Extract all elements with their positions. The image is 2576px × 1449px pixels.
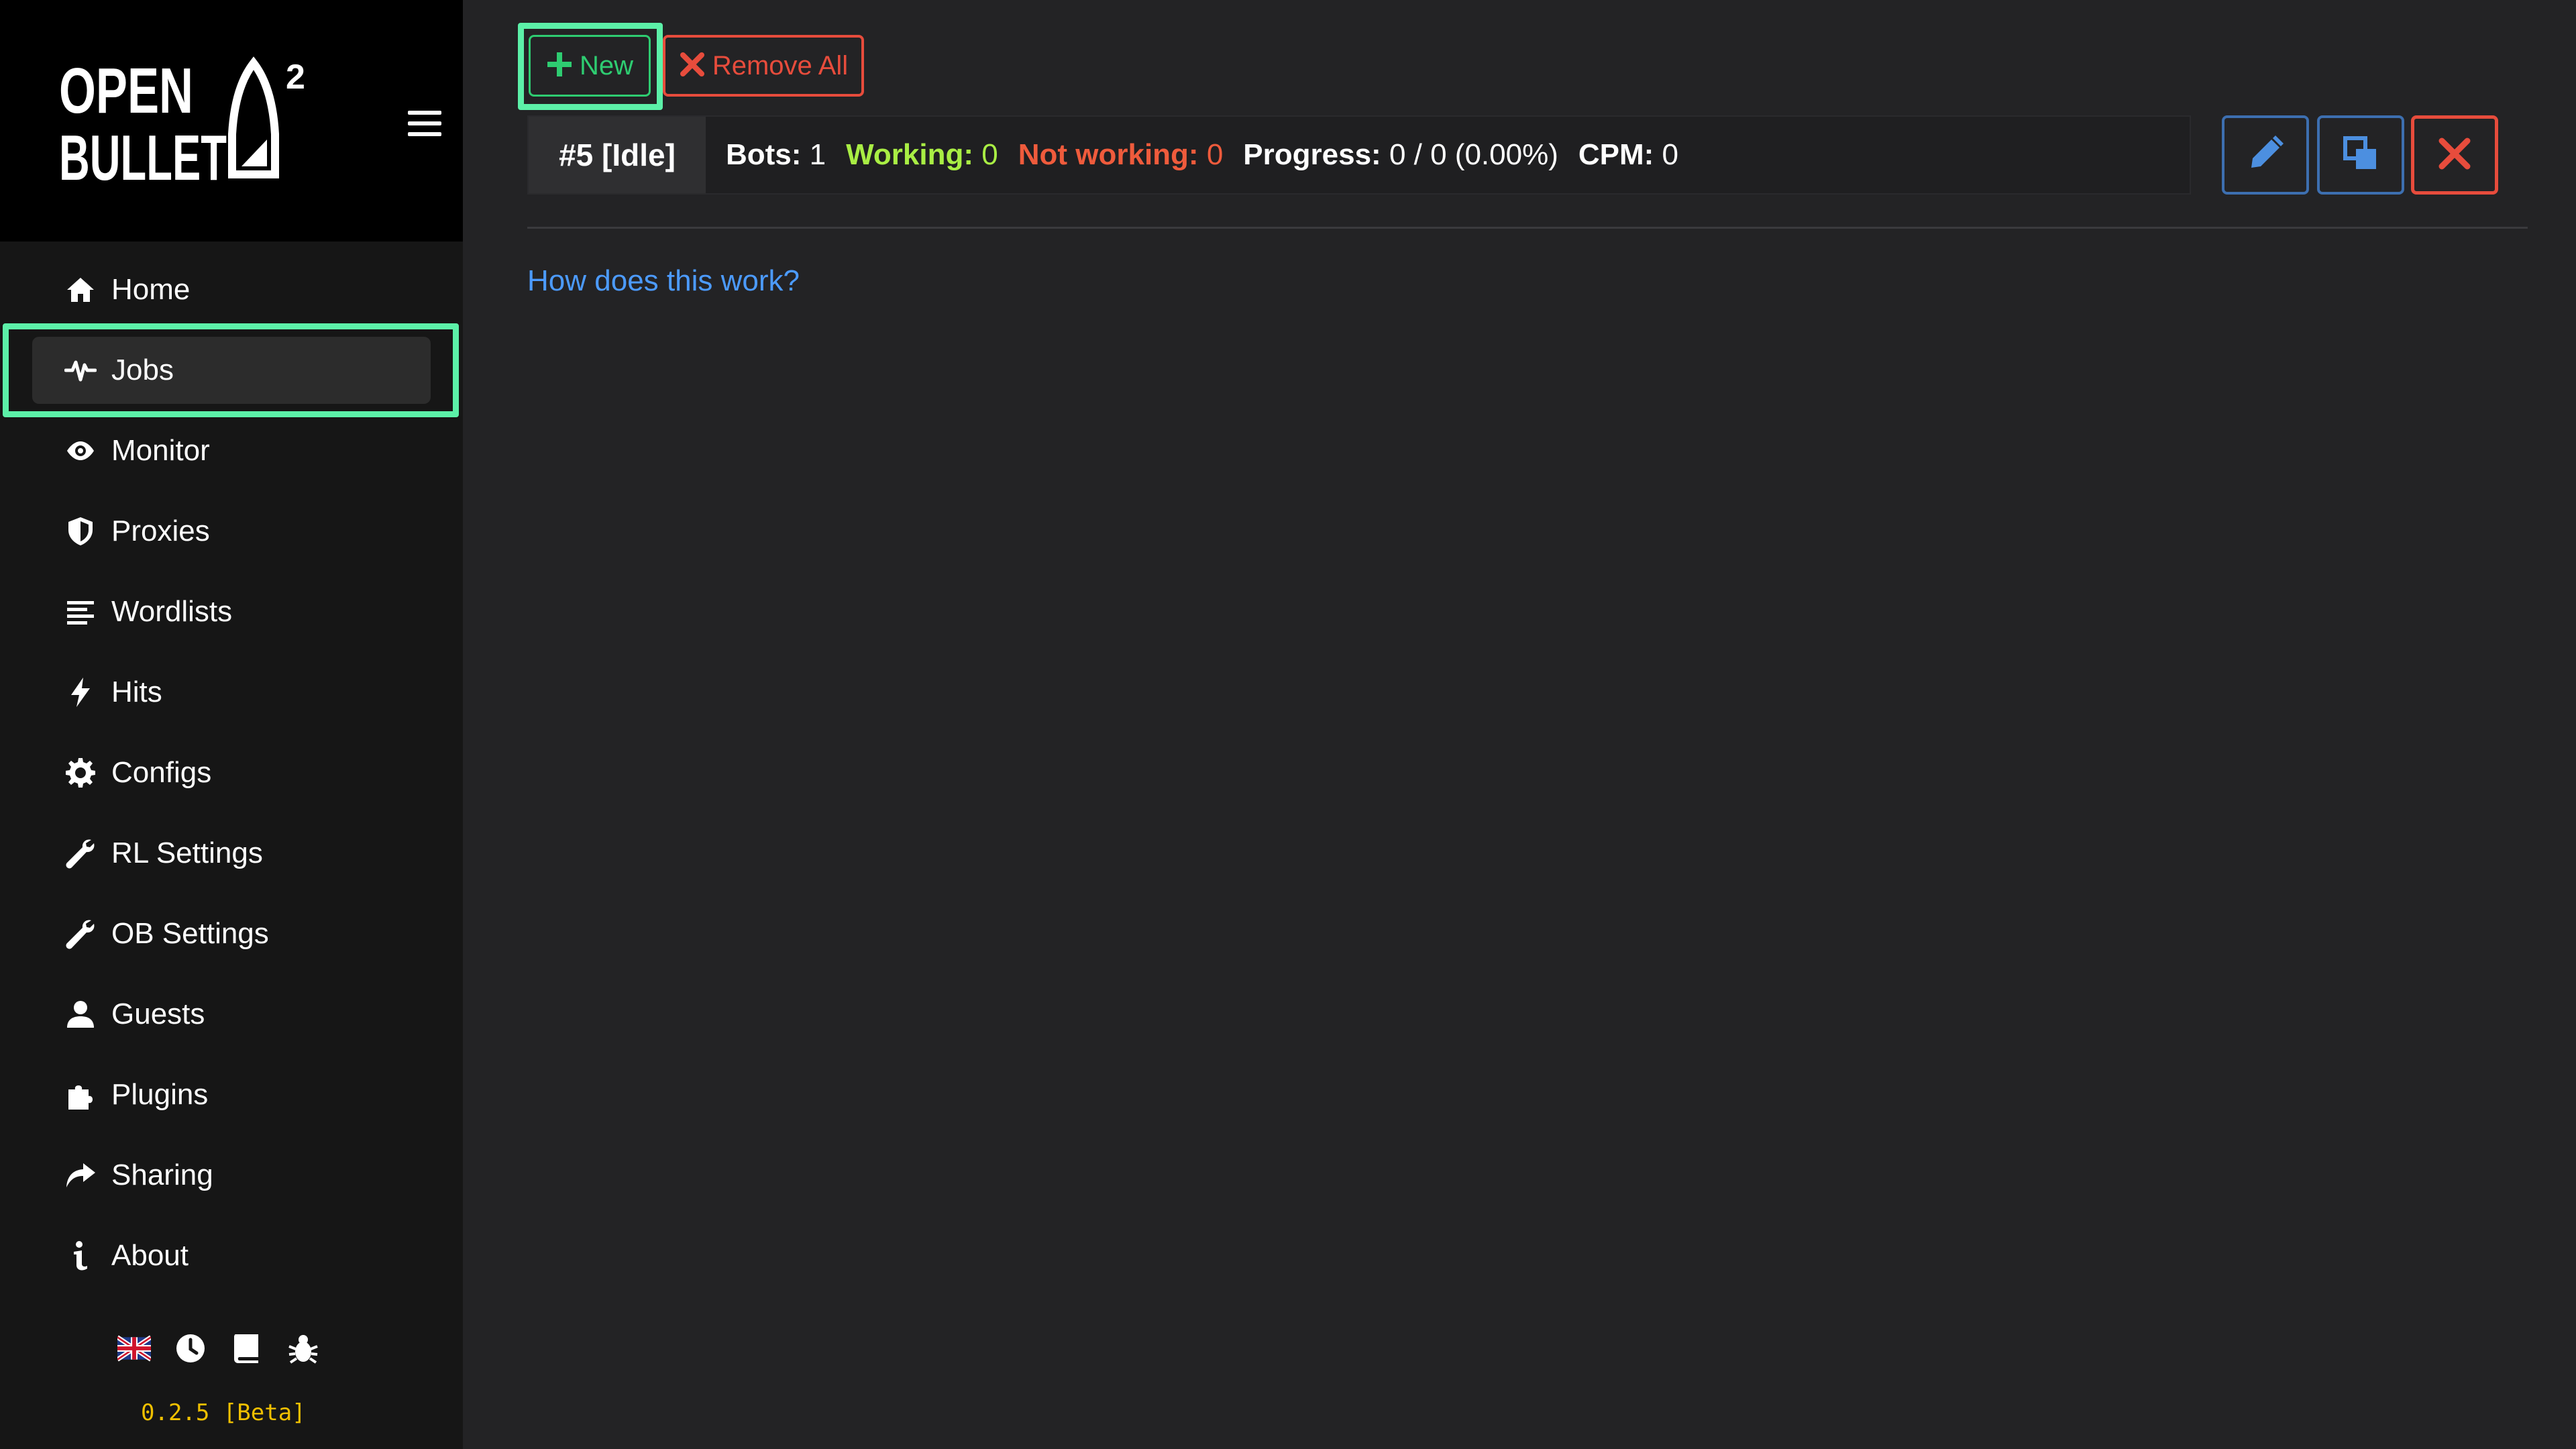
sidebar-item-rl-settings[interactable]: RL Settings [32, 820, 431, 887]
remove-job-button[interactable] [2411, 115, 2498, 195]
svg-text:BULLET: BULLET [59, 122, 227, 188]
sidebar-item-plugins[interactable]: Plugins [32, 1061, 431, 1128]
sidebar-item-guests[interactable]: Guests [32, 981, 431, 1048]
sidebar-footer-icons [116, 1332, 320, 1365]
activity-icon [60, 350, 101, 390]
sidebar-item-label: Home [111, 273, 191, 306]
working-stat: Working: 0 [846, 138, 998, 171]
sidebar-item-monitor[interactable]: Monitor [32, 417, 431, 484]
progress-stat: Progress: 0 / 0 (0.00%) [1243, 138, 1558, 171]
new-job-label: New [579, 50, 634, 80]
bug-icon[interactable] [286, 1332, 320, 1365]
list-icon [60, 592, 101, 632]
bolt-icon [60, 672, 101, 712]
sidebar: OPEN BULLET 2 Home Jobs Monitor Proxies … [0, 0, 463, 1449]
bots-stat: Bots: 1 [726, 138, 826, 171]
home-icon [60, 270, 101, 310]
sidebar-item-label: Wordlists [111, 595, 233, 628]
version-label: 0.2.5 [Beta] [141, 1399, 306, 1426]
divider [527, 227, 2528, 229]
remove-all-label: Remove All [712, 50, 849, 80]
sidebar-item-configs[interactable]: Configs [32, 739, 431, 806]
sidebar-item-wordlists[interactable]: Wordlists [32, 578, 431, 645]
plus-icon [546, 51, 573, 81]
sidebar-item-sharing[interactable]: Sharing [32, 1142, 431, 1209]
how-does-this-work-link[interactable]: How does this work? [527, 264, 800, 298]
svg-text:OPEN: OPEN [59, 55, 193, 127]
edit-job-button[interactable] [2222, 115, 2309, 195]
sidebar-item-about[interactable]: About [32, 1222, 431, 1289]
sidebar-item-label: Hits [111, 676, 162, 708]
job-id-badge: #5 [Idle] [529, 117, 706, 193]
sidebar-item-label: About [111, 1239, 189, 1272]
clone-icon [2343, 136, 2379, 175]
sidebar-item-label: Sharing [111, 1159, 213, 1191]
job-card[interactable]: #5 [Idle] Bots: 1 Working: 0 Not working… [527, 115, 2191, 195]
sidebar-item-label: Monitor [111, 434, 210, 467]
x-icon [679, 51, 706, 81]
uk-flag-icon[interactable] [116, 1332, 152, 1365]
brand-header: OPEN BULLET 2 [0, 0, 463, 241]
openbullet-logo[interactable]: OPEN BULLET 2 [59, 54, 314, 188]
not-working-stat: Not working: 0 [1018, 138, 1224, 171]
sidebar-item-home[interactable]: Home [32, 256, 431, 323]
remove-all-button[interactable]: Remove All [663, 35, 864, 97]
new-job-button[interactable]: New [529, 35, 651, 97]
gear-icon [60, 753, 101, 793]
puzzle-icon [60, 1075, 101, 1115]
shield-icon [60, 511, 101, 551]
sidebar-item-label: Configs [111, 756, 212, 789]
wrench-icon [60, 833, 101, 873]
svg-text:2: 2 [286, 58, 305, 97]
sidebar-item-label: OB Settings [111, 917, 269, 950]
sidebar-item-label: Guests [111, 998, 205, 1030]
sidebar-item-label: Jobs [111, 354, 174, 386]
wrench-icon [60, 914, 101, 954]
sidebar-item-label: Plugins [111, 1078, 209, 1111]
sidebar-item-jobs[interactable]: Jobs [32, 337, 431, 404]
sidebar-item-ob-settings[interactable]: OB Settings [32, 900, 431, 967]
sidebar-item-proxies[interactable]: Proxies [32, 498, 431, 565]
cpm-stat: CPM: 0 [1578, 138, 1679, 171]
info-icon [60, 1236, 101, 1276]
eye-icon [60, 431, 101, 471]
sidebar-item-label: RL Settings [111, 837, 263, 869]
close-icon [2436, 136, 2473, 175]
user-icon [60, 994, 101, 1034]
pencil-icon [2247, 135, 2284, 175]
sidebar-item-label: Proxies [111, 515, 210, 547]
sidebar-item-hits[interactable]: Hits [32, 659, 431, 726]
hamburger-menu-icon[interactable] [408, 109, 441, 138]
clone-job-button[interactable] [2317, 115, 2404, 195]
share-icon [60, 1155, 101, 1195]
book-icon[interactable] [230, 1332, 264, 1365]
clock-icon[interactable] [174, 1332, 207, 1365]
